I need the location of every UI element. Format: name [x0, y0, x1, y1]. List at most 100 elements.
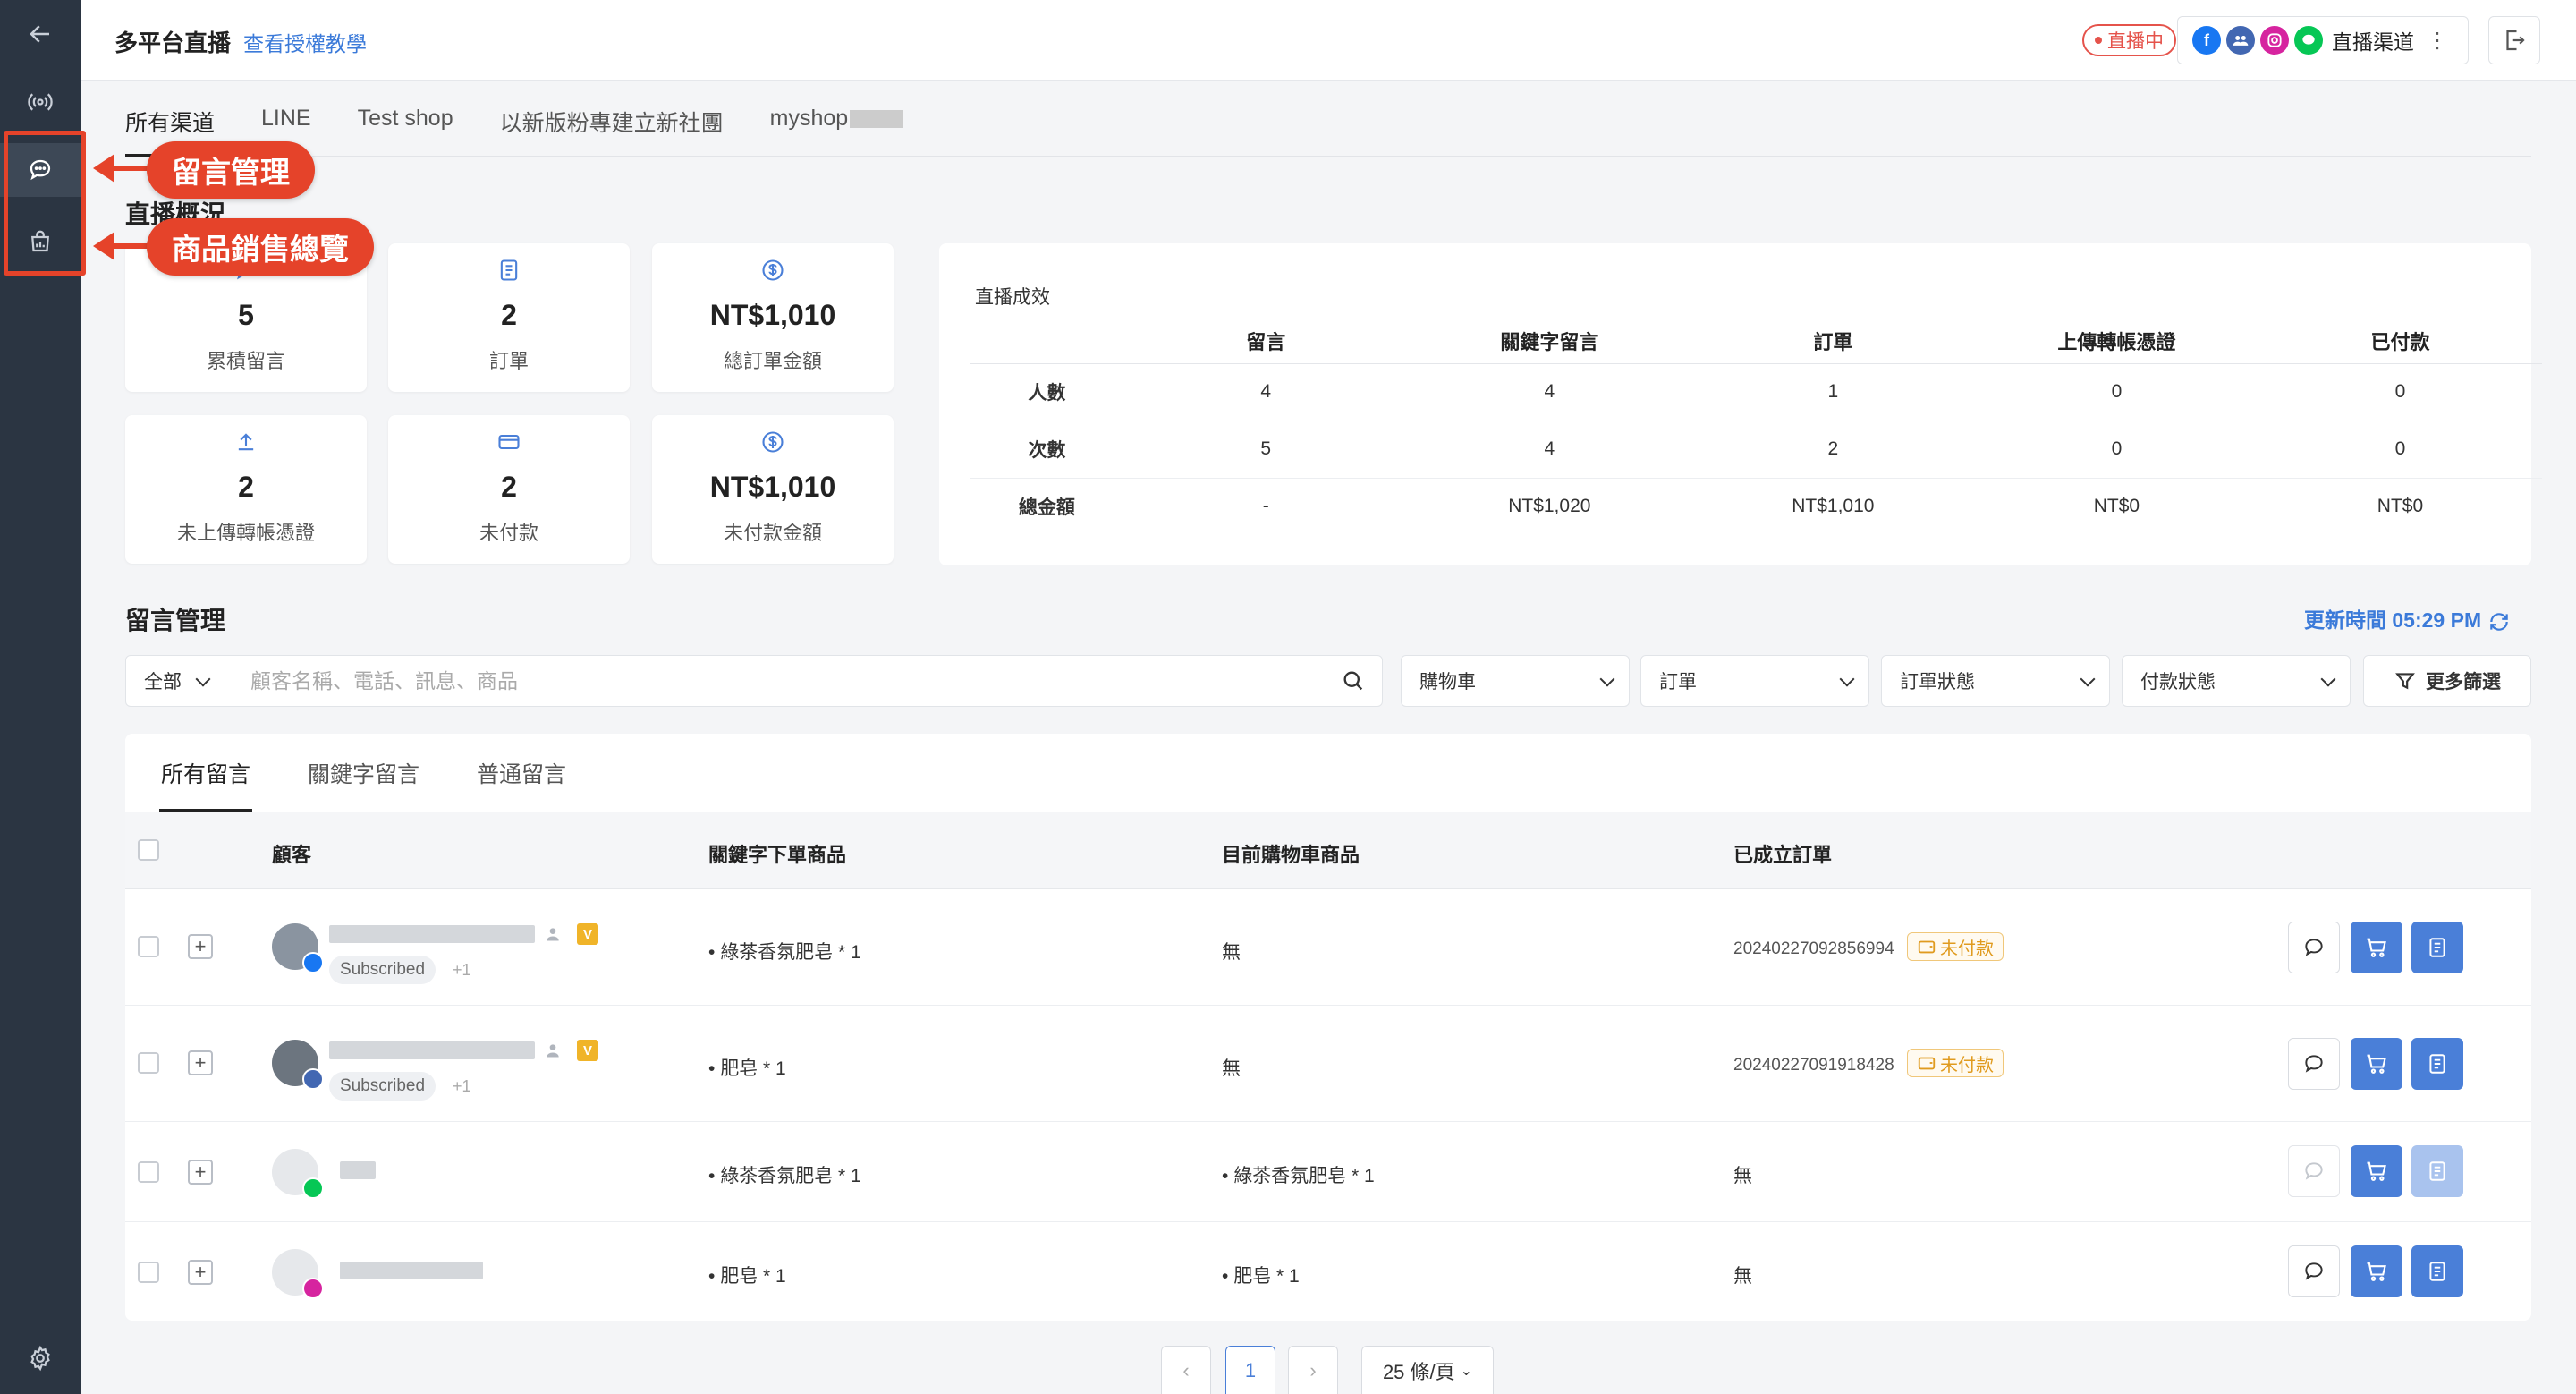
tab-myshop[interactable]: myshop	[770, 106, 904, 156]
line-icon	[2294, 26, 2323, 55]
scope-select[interactable]: 全部	[125, 655, 233, 707]
unpaid-status-badge: 未付款	[1907, 1049, 2004, 1077]
create-order-button[interactable]	[2411, 922, 2463, 973]
tab-new-group[interactable]: 以新版粉專建立新社團	[500, 106, 724, 156]
tab-normal-comments[interactable]: 普通留言	[477, 757, 566, 811]
tab-keyword-comments[interactable]: 關鍵字留言	[308, 757, 419, 811]
create-order-button[interactable]	[2411, 1245, 2463, 1297]
redacted-customer-name	[329, 925, 535, 943]
cell: 0	[1974, 421, 2258, 479]
more-filters-button[interactable]: 更多篩選	[2363, 655, 2531, 707]
sidebar-highlight-box	[4, 131, 86, 276]
expand-row-button[interactable]: +	[188, 1160, 213, 1185]
performance-row: 總金額 - NT$1,020 NT$1,010 NT$0 NT$0	[970, 478, 2542, 535]
order-filter-label: 訂單	[1659, 672, 1697, 693]
dollar-icon	[762, 431, 784, 453]
order-status-filter[interactable]: 訂單狀態	[1881, 655, 2110, 707]
cell: 0	[2258, 421, 2542, 479]
settings-gear-icon[interactable]	[0, 1331, 80, 1385]
row-checkbox[interactable]	[138, 1262, 159, 1283]
redacted-block	[850, 110, 904, 129]
cart-filter-label: 購物車	[1419, 672, 1476, 693]
top-bar: 多平台直播 查看授權教學 直播中 f 直播渠道 ⋮	[80, 0, 2576, 81]
add-to-cart-button[interactable]	[2351, 1145, 2402, 1197]
cart-item-text: 綠茶香氛肥皂 * 1	[1233, 1166, 1375, 1186]
row-checkbox[interactable]	[138, 936, 159, 957]
table-row: + • 肥皂 * 1 • 肥皂 * 1 無	[125, 1222, 2531, 1321]
table-row: + V Subscribed +1 • 綠茶香氛肥皂 * 1 無 2024022…	[125, 889, 2531, 1006]
table-header: 顧客 關鍵字下單商品 目前購物車商品 已成立訂單	[125, 812, 2531, 889]
row-label: 次數	[970, 421, 1124, 479]
search-icon[interactable]	[1341, 668, 1366, 693]
stat-card-unpaid: 2 未付款	[388, 415, 630, 564]
cell: 4	[1123, 363, 1408, 421]
order-number-link[interactable]: 20240227092856994	[1733, 939, 1894, 959]
vip-badge-icon: V	[577, 1040, 598, 1061]
add-to-cart-button[interactable]	[2351, 922, 2402, 973]
comment-icon	[2305, 1055, 2323, 1073]
keyword-item: • 肥皂 * 1	[708, 1058, 786, 1079]
tab-test-shop[interactable]: Test shop	[358, 106, 453, 156]
expand-row-button[interactable]: +	[188, 1260, 213, 1285]
page-size-select[interactable]: 25 條/頁 ⌄	[1361, 1346, 1494, 1394]
expand-row-button[interactable]: +	[188, 1050, 213, 1075]
chevron-down-icon: ⌄	[1460, 1363, 1473, 1379]
page-number-button[interactable]: 1	[1225, 1346, 1275, 1394]
search-input[interactable]	[250, 665, 1306, 697]
instagram-icon	[302, 1278, 324, 1299]
create-order-button[interactable]	[2411, 1038, 2463, 1090]
add-to-cart-button[interactable]	[2351, 1245, 2402, 1297]
more-vertical-icon[interactable]: ⋮	[2427, 28, 2448, 54]
performance-table: 留言 關鍵字留言 訂單 上傳轉帳憑證 已付款 人數 4 4 1 0 0 次數 5…	[970, 319, 2542, 535]
add-to-cart-button[interactable]	[2351, 1038, 2402, 1090]
payment-status-filter[interactable]: 付款狀態	[2122, 655, 2351, 707]
keyword-item: • 綠茶香氛肥皂 * 1	[708, 1166, 861, 1186]
stat-label: 訂單	[488, 350, 529, 372]
comment-tabs: 所有留言 關鍵字留言 普通留言	[161, 757, 566, 811]
comment-icon	[2305, 1262, 2323, 1280]
subscribed-badge: Subscribed	[329, 1072, 436, 1101]
cell: NT$0	[2377, 496, 2424, 517]
exit-icon	[2506, 30, 2525, 51]
reply-comment-button[interactable]	[2288, 1038, 2340, 1090]
wallet-icon	[1918, 1057, 1936, 1070]
refresh-icon[interactable]	[2487, 610, 2511, 633]
row-checkbox[interactable]	[138, 1161, 159, 1183]
reply-comment-button[interactable]	[2288, 922, 2340, 973]
cart-item-text: 肥皂 * 1	[1233, 1266, 1300, 1287]
broadcast-icon[interactable]	[0, 75, 80, 129]
tab-all-comments[interactable]: 所有留言	[161, 757, 250, 811]
chevron-down-icon	[1839, 671, 1855, 687]
create-order-button-disabled[interactable]	[2411, 1145, 2463, 1197]
reply-comment-button-disabled[interactable]	[2288, 1145, 2340, 1197]
row-checkbox[interactable]	[138, 1052, 159, 1074]
order-number-link[interactable]: 20240227091918428	[1733, 1056, 1894, 1075]
exit-button[interactable]	[2488, 16, 2540, 64]
order-filter[interactable]: 訂單	[1640, 655, 1869, 707]
performance-corner	[970, 319, 1124, 364]
col-keyword-item: 關鍵字下單商品	[708, 844, 847, 866]
stat-value: NT$1,010	[709, 299, 836, 331]
next-page-button[interactable]: ›	[1288, 1346, 1338, 1394]
dollar-icon	[762, 259, 784, 281]
more-filters-label: 更多篩選	[2426, 672, 2501, 693]
select-all-checkbox[interactable]	[138, 839, 159, 861]
row-label: 總金額	[1018, 497, 1075, 519]
col-cart-item: 目前購物車商品	[1222, 844, 1360, 866]
tabs-divider	[125, 156, 2531, 157]
comment-icon	[2305, 1162, 2323, 1180]
channel-selector[interactable]: f 直播渠道 ⋮	[2177, 16, 2469, 64]
prev-page-button[interactable]: ‹	[1161, 1346, 1211, 1394]
tutorial-link[interactable]: 查看授權教學	[243, 27, 367, 57]
reply-comment-button[interactable]	[2288, 1245, 2340, 1297]
keyword-item-text: 綠茶香氛肥皂 * 1	[720, 1166, 861, 1186]
cart-icon	[2367, 938, 2386, 957]
expand-row-button[interactable]: +	[188, 934, 213, 959]
back-arrow-icon[interactable]	[0, 7, 80, 61]
cell: 1	[1690, 363, 1975, 421]
stat-card-no-proof: 2 未上傳轉帳憑證	[125, 415, 367, 564]
cart-filter[interactable]: 購物車	[1401, 655, 1630, 707]
cell: 4	[1407, 421, 1691, 479]
update-time[interactable]: 更新時間 05:29 PM	[2304, 603, 2511, 633]
order-status-filter-label: 訂單狀態	[1900, 672, 1975, 693]
